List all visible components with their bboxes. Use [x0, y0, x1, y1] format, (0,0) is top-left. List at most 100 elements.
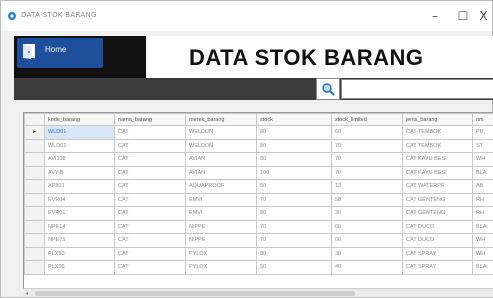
table-cell[interactable]: CAT KAYU BESI	[402, 152, 473, 167]
row-header[interactable]	[24, 138, 45, 153]
table-cell[interactable]: CAT	[114, 192, 186, 207]
table-cell[interactable]: 50	[256, 260, 332, 275]
row-header[interactable]	[24, 192, 45, 207]
table-cell[interactable]: AVY-B	[44, 165, 115, 180]
table-cell[interactable]: WLD02	[44, 138, 115, 153]
minimize-button[interactable]: –	[421, 7, 449, 25]
table-row[interactable]: AP801 CAT AQUAPROOF 50 13 CAT WATERPR AB	[24, 179, 493, 194]
row-header[interactable]	[24, 152, 45, 167]
table-cell[interactable]: EMVI	[185, 206, 257, 221]
close-button[interactable]: X	[473, 7, 493, 25]
table-cell[interactable]: 50	[256, 179, 332, 194]
table-cell[interactable]: WH	[472, 246, 493, 261]
table-cell[interactable]: WLD01	[44, 125, 115, 140]
column-header[interactable]: jenis_barang	[402, 113, 473, 126]
table-cell[interactable]: AQUAPROOF	[185, 179, 257, 194]
table-cell[interactable]: CAT SPRAY	[402, 260, 473, 275]
table-cell[interactable]: AB	[472, 179, 493, 194]
table-row[interactable]: EVR04 CAT EMVI 70 58 CAT GENTENG RH	[24, 192, 493, 207]
table-cell[interactable]: RH	[472, 206, 493, 221]
table-cell[interactable]: CAT	[114, 125, 186, 140]
table-cell[interactable]: WH	[472, 152, 493, 167]
table-row[interactable]: PLX56 CAT PYLOX 50 40 CAT SPRAY BLA	[24, 260, 493, 275]
table-row[interactable]: ▸ WLD01 CAT WELDON 80 60 CAT TEMBOK PU	[24, 125, 493, 140]
table-row[interactable]: AVY-B CAT AVIAN 100 70 CAT KAYU BESI BLA	[24, 165, 493, 180]
table-cell[interactable]: WELDON	[185, 125, 257, 140]
row-header[interactable]	[24, 165, 45, 180]
table-cell[interactable]: PU	[472, 125, 493, 140]
table-cell[interactable]: CAT	[114, 138, 186, 153]
table-cell[interactable]: NIPPE	[185, 219, 257, 234]
table-cell[interactable]: CAT	[114, 179, 186, 194]
table-row[interactable]: EVR01 CAT EMVI 80 30 CAT GENTENG RH	[24, 206, 493, 221]
title-bar[interactable]: DATA STOK BARANG – ☐ X	[1, 1, 492, 31]
row-header[interactable]	[24, 260, 45, 275]
table-cell[interactable]: WELDON	[185, 138, 257, 153]
table-cell[interactable]: 58	[331, 192, 403, 207]
table-cell[interactable]: 70	[331, 138, 403, 153]
table-cell[interactable]: CAT GENTENG	[402, 206, 473, 221]
table-cell[interactable]: 80	[256, 125, 332, 140]
table-row[interactable]: NPE14 CAT NIPPE 70 60 CAT DUCO BLA	[24, 219, 493, 234]
table-row[interactable]: NPE75 CAT NIPPE 70 60 CAT DUCO WH	[24, 233, 493, 248]
table-cell[interactable]: NPE14	[44, 219, 115, 234]
table-cell[interactable]: 80	[256, 152, 332, 167]
table-cell[interactable]: CAT WATERPR	[402, 179, 473, 194]
table-cell[interactable]: 80	[256, 138, 332, 153]
table-cell[interactable]: CAT GENTENG	[402, 192, 473, 207]
table-cell[interactable]: 13	[331, 179, 403, 194]
row-header[interactable]	[24, 179, 45, 194]
table-cell[interactable]: RH	[472, 192, 493, 207]
table-cell[interactable]: 70	[256, 192, 332, 207]
table-cell[interactable]: EVR04	[44, 192, 115, 207]
table-cell[interactable]: NIPPE	[185, 233, 257, 248]
table-cell[interactable]: CAT	[114, 260, 186, 275]
table-cell[interactable]: EVR01	[44, 206, 115, 221]
table-cell[interactable]: 60	[331, 125, 403, 140]
table-cell[interactable]: EMVI	[185, 192, 257, 207]
table-cell[interactable]: CAT SPRAY	[402, 246, 473, 261]
table-cell[interactable]: 100	[256, 165, 332, 180]
table-cell[interactable]: CAT TEMBOK	[402, 125, 473, 140]
table-cell[interactable]: 70	[256, 233, 332, 248]
row-header[interactable]	[24, 233, 45, 248]
table-cell[interactable]: PYLOX	[185, 260, 257, 275]
table-cell[interactable]: CAT	[114, 206, 186, 221]
table-cell[interactable]: 30	[331, 246, 403, 261]
column-header[interactable]: kode_barang	[44, 113, 115, 126]
table-cell[interactable]: 40	[331, 260, 403, 275]
search-button[interactable]	[316, 78, 340, 100]
table-cell[interactable]: CAT KAYU BESI	[402, 165, 473, 180]
table-cell[interactable]: NPE75	[44, 233, 115, 248]
table-cell[interactable]: CAT	[114, 246, 186, 261]
scroll-left-arrow-icon[interactable]: ◂	[25, 290, 28, 297]
table-cell[interactable]: AVI108	[44, 152, 115, 167]
table-cell[interactable]: 70	[331, 152, 403, 167]
table-cell[interactable]: PLX56	[44, 260, 115, 275]
column-header[interactable]: stock	[256, 113, 332, 126]
table-cell[interactable]: AP801	[44, 179, 115, 194]
table-cell[interactable]: AVIAN	[185, 165, 257, 180]
table-cell[interactable]: CAT	[114, 233, 186, 248]
table-row[interactable]: WLD02 CAT WELDON 80 70 CAT TEMBOK ST	[24, 138, 493, 153]
column-header[interactable]: nm	[472, 113, 493, 126]
row-header[interactable]	[24, 219, 45, 234]
search-input[interactable]	[341, 79, 493, 99]
table-cell[interactable]: 70	[256, 219, 332, 234]
horizontal-scrollbar[interactable]: ◂	[23, 288, 493, 297]
table-cell[interactable]: CAT DUCO	[402, 233, 473, 248]
table-cell[interactable]: CAT TEMBOK	[402, 138, 473, 153]
row-header[interactable]	[24, 206, 45, 221]
table-cell[interactable]: AVIAN	[185, 152, 257, 167]
table-cell[interactable]: CAT	[114, 152, 186, 167]
table-cell[interactable]: 60	[331, 233, 403, 248]
home-button-label[interactable]: Home	[45, 45, 66, 54]
table-cell[interactable]: 80	[256, 246, 332, 261]
table-cell[interactable]: BLA	[472, 219, 493, 234]
table-cell[interactable]: 30	[331, 206, 403, 221]
table-cell[interactable]: WH	[472, 233, 493, 248]
table-cell[interactable]: CAT DUCO	[402, 219, 473, 234]
column-header[interactable]: stock_limited	[331, 113, 403, 126]
table-cell[interactable]: PYLOX	[185, 246, 257, 261]
table-cell[interactable]: CAT	[114, 165, 186, 180]
